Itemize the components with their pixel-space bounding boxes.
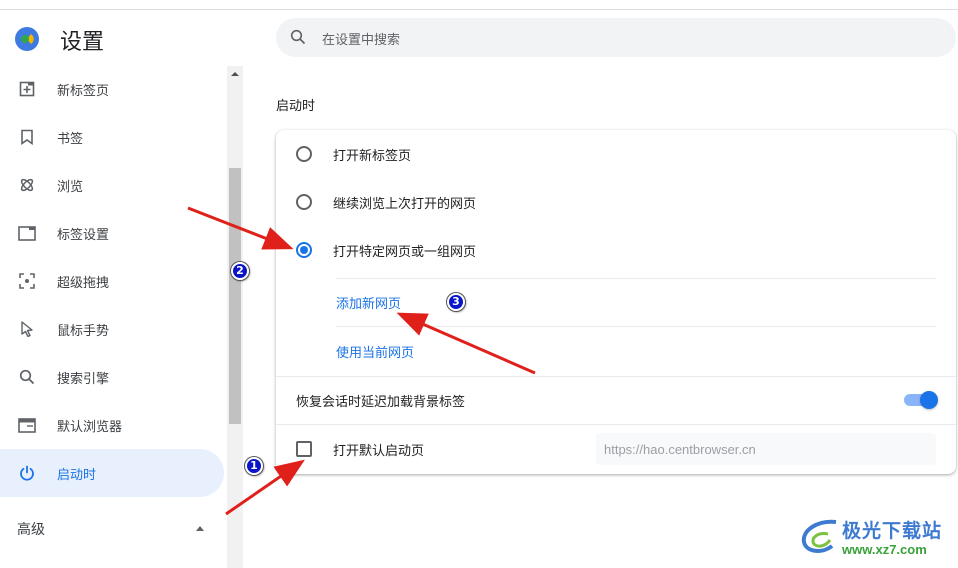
scrollbar-thumb[interactable] bbox=[229, 168, 241, 424]
radio-button[interactable] bbox=[296, 194, 312, 210]
annotation-badge-3: 3 bbox=[447, 293, 465, 311]
tab-window-icon bbox=[18, 224, 36, 242]
lazy-load-label: 恢复会话时延迟加载背景标签 bbox=[296, 395, 466, 410]
lazy-load-background-tabs-row: 恢复会话时延迟加载背景标签 bbox=[276, 376, 956, 424]
radio-open-specific-pages[interactable]: 打开特定网页或一组网页 bbox=[276, 226, 956, 274]
browser-window-icon bbox=[18, 416, 36, 434]
radio-continue-where-left-off[interactable]: 继续浏览上次打开的网页 bbox=[276, 178, 956, 226]
sidebar-item-default-browser[interactable]: 默认浏览器 bbox=[0, 401, 224, 449]
sidebar-item-label: 书签 bbox=[57, 131, 84, 147]
sidebar-item-super-drag[interactable]: 超级拖拽 bbox=[0, 257, 224, 305]
watermark-logo-icon bbox=[798, 516, 842, 560]
watermark-url: www.xz7.com bbox=[842, 542, 927, 557]
default-startup-page-row: 打开默认启动页 bbox=[276, 425, 956, 473]
sidebar-item-search-engine[interactable]: 搜索引擎 bbox=[0, 353, 224, 401]
lazy-load-toggle[interactable] bbox=[904, 391, 938, 409]
use-current-pages-link[interactable]: 使用当前网页 bbox=[336, 327, 936, 375]
watermark-name: 极光下载站 bbox=[842, 520, 943, 542]
sidebar-item-bookmarks[interactable]: 书签 bbox=[0, 113, 224, 161]
radio-label: 打开新标签页 bbox=[333, 149, 412, 164]
toggle-knob bbox=[920, 391, 938, 409]
bookmark-icon bbox=[18, 128, 36, 146]
sidebar-item-label: 启动时 bbox=[57, 467, 97, 483]
sidebar-item-label: 默认浏览器 bbox=[57, 419, 123, 435]
sidebar-item-label: 标签设置 bbox=[57, 227, 110, 243]
drag-target-icon bbox=[18, 272, 36, 290]
cent-browser-logo-icon bbox=[14, 26, 40, 52]
startup-settings-card: 打开新标签页 继续浏览上次打开的网页 打开特定网页或一组网页 添加新网页 使用当… bbox=[276, 130, 956, 474]
radio-button-selected[interactable] bbox=[296, 242, 312, 258]
page-title: 设置 bbox=[60, 30, 105, 55]
chevron-up-icon bbox=[196, 526, 204, 531]
sidebar-item-on-startup[interactable]: 启动时 bbox=[0, 449, 224, 497]
cursor-icon bbox=[18, 320, 36, 338]
power-icon bbox=[18, 464, 36, 482]
sidebar-item-label: 搜索引擎 bbox=[57, 371, 110, 387]
radio-button[interactable] bbox=[296, 146, 312, 162]
use-current-pages-label[interactable]: 使用当前网页 bbox=[336, 342, 414, 361]
scroll-up-arrow-icon[interactable] bbox=[231, 72, 239, 76]
watermark: 极光下载站 www.xz7.com bbox=[798, 512, 958, 562]
default-startup-label[interactable]: 打开默认启动页 bbox=[333, 440, 424, 459]
section-title: 启动时 bbox=[276, 99, 316, 114]
annotation-badge-1: 1 bbox=[245, 457, 263, 475]
sidebar-item-new-tab[interactable]: 新标签页 bbox=[0, 65, 224, 113]
sidebar-item-mouse-gestures[interactable]: 鼠标手势 bbox=[0, 305, 224, 353]
atom-icon bbox=[18, 176, 36, 194]
sidebar-item-browsing[interactable]: 浏览 bbox=[0, 161, 224, 209]
add-new-page-label[interactable]: 添加新网页 bbox=[336, 293, 401, 312]
annotation-badge-2: 2 bbox=[231, 262, 249, 280]
sidebar: 设置 新标签页 书签 浏览 标签设置 超级拖拽 鼠标手势 搜索引擎 默认浏览器 … bbox=[0, 10, 228, 568]
sidebar-item-label: 浏览 bbox=[57, 179, 84, 195]
search-placeholder: 在设置中搜索 bbox=[322, 33, 401, 48]
new-tab-icon bbox=[18, 80, 36, 98]
brand: 设置 bbox=[14, 26, 104, 55]
search-icon bbox=[18, 368, 36, 386]
sidebar-scrollbar[interactable] bbox=[227, 66, 243, 568]
startup-url-field[interactable] bbox=[596, 433, 936, 465]
search-icon bbox=[290, 29, 306, 49]
sidebar-advanced-toggle[interactable]: 高级 bbox=[0, 510, 224, 548]
sidebar-item-label: 鼠标手势 bbox=[57, 323, 110, 339]
advanced-label: 高级 bbox=[17, 522, 45, 538]
radio-open-new-tab[interactable]: 打开新标签页 bbox=[276, 130, 956, 178]
sidebar-item-label: 新标签页 bbox=[57, 83, 110, 99]
default-startup-checkbox[interactable] bbox=[296, 441, 312, 457]
radio-label: 打开特定网页或一组网页 bbox=[333, 245, 477, 260]
sidebar-item-tab-settings[interactable]: 标签设置 bbox=[0, 209, 224, 257]
sidebar-item-label: 超级拖拽 bbox=[57, 275, 110, 291]
add-new-page-link[interactable]: 添加新网页 bbox=[336, 278, 936, 326]
radio-label: 继续浏览上次打开的网页 bbox=[333, 197, 477, 212]
settings-search-input[interactable]: 在设置中搜索 bbox=[276, 18, 956, 57]
